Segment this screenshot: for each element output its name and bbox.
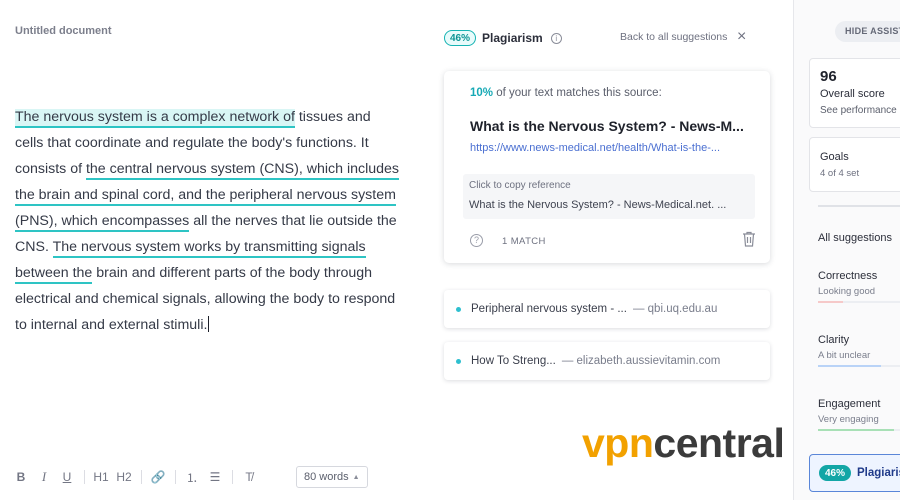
vpncentral-watermark-logo: vpncentral bbox=[582, 420, 785, 466]
category-progress-bar bbox=[818, 301, 900, 303]
category-name: Engagement bbox=[818, 398, 881, 410]
back-to-suggestions-link[interactable]: Back to all suggestions bbox=[620, 31, 727, 43]
italic-button[interactable]: I bbox=[35, 466, 53, 488]
plagiarism-header: 46% Plagiarism i Back to all suggestions… bbox=[444, 28, 774, 48]
sidebar-divider bbox=[818, 205, 900, 207]
category-correctness[interactable]: Correctness Looking good bbox=[818, 270, 900, 303]
source-url-link[interactable]: https://www.news-medical.net/health/What… bbox=[470, 142, 760, 154]
category-status: Very engaging bbox=[818, 414, 879, 425]
hide-assistant-button[interactable]: HIDE ASSISTANT bbox=[835, 21, 900, 42]
underline-button[interactable]: U bbox=[58, 466, 76, 488]
copy-reference-button[interactable]: Click to copy reference What is the Nerv… bbox=[463, 174, 755, 219]
other-source-item[interactable]: Peripheral nervous system - ... — qbi.uq… bbox=[444, 290, 770, 328]
editor-text-area[interactable]: The nervous system is a complex network … bbox=[15, 104, 400, 338]
other-source-domain: — qbi.uq.edu.au bbox=[632, 303, 718, 315]
copy-reference-label: Click to copy reference bbox=[469, 180, 571, 191]
word-count-label: 80 words bbox=[304, 471, 349, 483]
copy-reference-text: What is the Nervous System? - News-Medic… bbox=[469, 199, 727, 211]
match-description: of your text matches this source: bbox=[496, 87, 662, 99]
trash-icon[interactable] bbox=[742, 231, 756, 247]
match-summary: 10% of your text matches this source: bbox=[470, 87, 662, 99]
category-status: A bit unclear bbox=[818, 350, 871, 361]
all-suggestions-item[interactable]: All suggestions bbox=[818, 232, 892, 244]
source-bullet bbox=[456, 306, 461, 312]
close-icon[interactable]: × bbox=[737, 28, 746, 46]
see-performance-link[interactable]: See performance bbox=[820, 105, 897, 116]
category-status: Looking good bbox=[818, 286, 876, 297]
text-cursor bbox=[208, 316, 210, 332]
plagiarism-tab-badge: 46% bbox=[819, 465, 852, 481]
category-clarity[interactable]: Clarity A bit unclear bbox=[818, 334, 900, 367]
category-progress-bar bbox=[818, 365, 900, 367]
overall-score-value: 96 bbox=[820, 68, 837, 85]
plagiarism-tab-label: Plagiarism bbox=[857, 467, 900, 479]
clear-format-icon[interactable]: T̸ bbox=[240, 466, 258, 488]
other-source-domain: — elizabeth.aussievitamin.com bbox=[561, 355, 721, 367]
numbered-list-icon[interactable]: ⒈ bbox=[183, 466, 201, 488]
plagiarism-tab[interactable]: 46% Plagiarism bbox=[809, 454, 900, 492]
category-progress-bar bbox=[818, 429, 900, 431]
source-bullet bbox=[456, 358, 461, 364]
link-icon[interactable]: 🔗 bbox=[149, 466, 167, 488]
category-engagement[interactable]: Engagement Very engaging bbox=[818, 398, 900, 431]
goals-title: Goals bbox=[820, 151, 849, 163]
category-progress-fill bbox=[818, 365, 881, 367]
goals-card[interactable]: Goals 4 of 4 set bbox=[809, 137, 900, 192]
overall-score-card[interactable]: 96 Overall score See performance bbox=[809, 58, 900, 128]
toolbar-separator bbox=[232, 470, 233, 484]
category-progress-fill bbox=[818, 429, 894, 431]
toolbar-separator bbox=[141, 470, 142, 484]
word-count-button[interactable]: 80 words ▲ bbox=[296, 466, 368, 488]
heading1-button[interactable]: H1 bbox=[92, 466, 110, 488]
toolbar-separator bbox=[175, 470, 176, 484]
bulleted-list-icon[interactable]: ☰ bbox=[206, 466, 224, 488]
chevron-up-icon: ▲ bbox=[352, 473, 360, 481]
category-progress-fill bbox=[818, 301, 844, 303]
bold-button[interactable]: B bbox=[12, 466, 30, 488]
document-title[interactable]: Untitled document bbox=[15, 25, 112, 37]
source-title: What is the Nervous System? - News-M... bbox=[470, 118, 744, 134]
goals-status: 4 of 4 set bbox=[820, 168, 860, 179]
match-count: 1 MATCH bbox=[502, 236, 546, 247]
overall-score-label: Overall score bbox=[820, 88, 885, 100]
plagiarism-score-badge: 46% bbox=[444, 30, 477, 46]
other-source-name: Peripheral nervous system - ... bbox=[471, 303, 627, 315]
other-source-name: How To Streng... bbox=[471, 355, 556, 367]
plagiarism-title: Plagiarism bbox=[482, 31, 543, 45]
heading2-button[interactable]: H2 bbox=[115, 466, 133, 488]
category-name: Correctness bbox=[818, 270, 878, 282]
assistant-sidebar: HIDE ASSISTANT 96 Overall score See perf… bbox=[793, 0, 900, 500]
toolbar-separator bbox=[84, 470, 85, 484]
info-icon[interactable]: i bbox=[550, 32, 562, 44]
active-plagiarism-highlight: The nervous system is a complex network … bbox=[15, 109, 295, 128]
source-match-card[interactable]: 10% of your text matches this source: Wh… bbox=[444, 71, 770, 263]
other-source-item[interactable]: How To Streng... — elizabeth.aussievitam… bbox=[444, 342, 770, 380]
match-percentage: 10% bbox=[470, 87, 494, 99]
help-icon[interactable]: ? bbox=[470, 234, 483, 247]
formatting-toolbar: B I U H1 H2 🔗 ⒈ ☰ T̸ bbox=[12, 466, 263, 488]
category-name: Clarity bbox=[818, 334, 850, 346]
